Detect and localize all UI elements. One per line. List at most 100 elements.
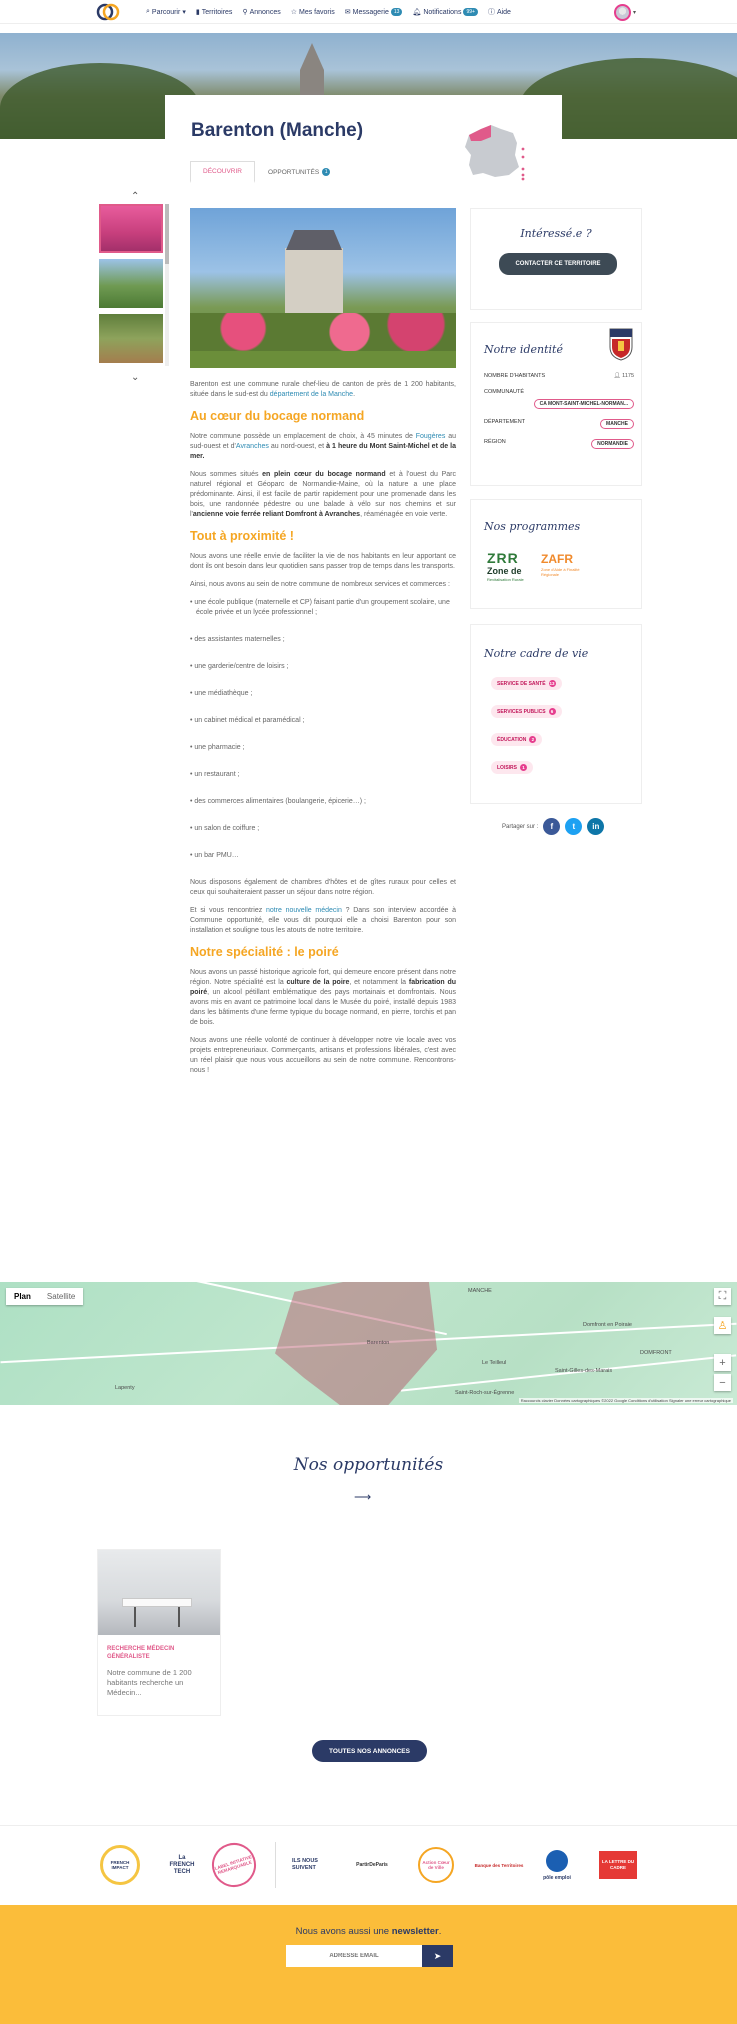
- map-label: Domfront en Poiraie: [583, 1322, 632, 1328]
- pegman-icon[interactable]: ♙: [714, 1317, 731, 1334]
- paragraph: Nous sommes situés en plein cœur du boca…: [190, 471, 457, 518]
- thumbnail-2[interactable]: [99, 259, 163, 308]
- avatar: [614, 3, 631, 21]
- map-footer: Raccourcis clavier Données cartographiqu…: [518, 1398, 733, 1403]
- fullscreen-icon[interactable]: ⛶: [714, 1288, 731, 1305]
- logo[interactable]: [95, 3, 121, 21]
- map-label: Saint-Roch-sur-Égrenne: [455, 1390, 515, 1396]
- programs-title: Nos programmes: [484, 520, 581, 533]
- zrr-caption: Revitalisation Rurale: [487, 577, 524, 582]
- partner-frenchtech[interactable]: La FRENCH TECH: [168, 1842, 196, 1888]
- thumbnail-3[interactable]: [99, 314, 163, 363]
- section-heading: Au cœur du bocage normand: [190, 409, 365, 423]
- life-title: Notre cadre de vie: [484, 647, 589, 660]
- tab-decouvrir[interactable]: DÉCOUVRIR: [190, 161, 256, 183]
- chevron-down-icon[interactable]: ⌄: [131, 372, 139, 383]
- life-card: Notre cadre de vie SERVICE DE SANTÉ 13 SE…: [470, 624, 642, 804]
- fougeres-link[interactable]: Fougères: [416, 433, 446, 440]
- send-icon[interactable]: ➤: [422, 1945, 453, 1967]
- user-menu[interactable]: ▾: [614, 3, 638, 21]
- newsletter-section: Nous avons aussi une newsletter. ➤: [0, 1905, 737, 2024]
- map-tab-plan[interactable]: Plan: [6, 1288, 39, 1305]
- thumbnail-1[interactable]: [99, 204, 163, 253]
- newsletter-email-input[interactable]: [286, 1945, 422, 1967]
- life-item-education[interactable]: ÉDUCATION 2: [491, 733, 543, 746]
- map-label: Saint-Gilles-des-Marais: [555, 1368, 613, 1374]
- map-tab-satellite[interactable]: Satellite: [39, 1288, 83, 1305]
- people-icon: 👤︎: [613, 373, 621, 379]
- section-heading: Notre spécialité : le poiré: [190, 945, 339, 959]
- map-label: Lapenty: [115, 1385, 135, 1391]
- community-pill[interactable]: CA MONT-SAINT-MICHEL-NORMAN...: [533, 399, 634, 409]
- paragraph: Ainsi, nous avons au sein de notre commu…: [190, 581, 450, 588]
- partner-lettre-du-cadre[interactable]: LA LETTRE DU CADRE: [598, 1842, 638, 1888]
- thumbnail-scrollbar[interactable]: [165, 204, 169, 366]
- partner-pole-emploi[interactable]: pôle emploi: [534, 1842, 580, 1888]
- list-item: • une pharmacie ;: [190, 744, 245, 751]
- thumbnail-strip: [99, 204, 165, 366]
- article-body: Barenton est une commune rurale chef-lie…: [190, 380, 456, 1084]
- linkedin-icon[interactable]: in: [587, 818, 605, 835]
- intro-paragraph: Barenton est une commune rurale chef-lie…: [190, 381, 456, 398]
- opportunity-category: RECHERCHE MÉDECIN GÉNÉRALISTE: [107, 1646, 175, 1660]
- life-item-health[interactable]: SERVICE DE SANTÉ 13: [491, 677, 562, 690]
- france-map-icon: [465, 125, 525, 181]
- doctor-link[interactable]: notre nouvelle médecin: [266, 907, 342, 914]
- flowers-illustration: [190, 313, 456, 351]
- territory-header: Barenton (Manche) DÉCOUVRIR OPPORTUNITÉS…: [165, 95, 562, 189]
- avranches-link[interactable]: Avranches: [236, 443, 269, 450]
- map[interactable]: Plan Satellite Lapenty Barenton MANCHE D…: [0, 1282, 737, 1405]
- list-item: • des assistantes maternelles ;: [190, 636, 285, 643]
- region-row: RÉGION NORMANDIE: [484, 439, 634, 451]
- zoom-out-button[interactable]: −: [714, 1374, 731, 1391]
- nav-favoris[interactable]: ☆ Mes favoris: [290, 8, 335, 17]
- twitter-icon[interactable]: t: [565, 818, 583, 835]
- nav-aide[interactable]: ⓘ Aide: [488, 7, 511, 17]
- paragraph: Et si vous rencontriez notre nouvelle mé…: [190, 907, 456, 934]
- partner-banque-territoires[interactable]: Banque des Territoires: [474, 1842, 524, 1888]
- facebook-icon[interactable]: f: [543, 818, 561, 835]
- divider: [0, 1825, 737, 1826]
- zafr-logo[interactable]: ZAFR: [541, 552, 573, 566]
- partner-coeur-de-ville[interactable]: Action Cœur de Ville: [416, 1842, 456, 1888]
- zrr-logo[interactable]: ZRR: [487, 550, 519, 566]
- map-label: Le Teilleul: [482, 1360, 507, 1366]
- zoom-in-button[interactable]: +: [714, 1354, 731, 1371]
- star-icon: ☆: [290, 9, 297, 16]
- nav-annonces[interactable]: ⚲ Annonces: [242, 8, 280, 17]
- contact-territory-button[interactable]: CONTACTER CE TERRITOIRE: [499, 253, 617, 275]
- nav-parcourir[interactable]: ⌕ Parcourir ▾: [146, 8, 186, 16]
- chevron-up-icon[interactable]: ⌃: [131, 191, 139, 202]
- partner-partirdeparis[interactable]: PartirDeParis: [352, 1842, 392, 1888]
- nav-messagerie[interactable]: ✉ Messagerie 13: [345, 8, 403, 16]
- top-nav: ⌕ Parcourir ▾ ▮ Territoires ⚲ Annonces ☆ Mes …: [0, 0, 737, 24]
- list-item: • un restaurant ;: [190, 771, 240, 778]
- list-item: • une école publique (maternelle et CP) …: [190, 599, 450, 616]
- pin-icon: ⚲: [242, 9, 248, 16]
- department-link[interactable]: département de la Manche: [270, 391, 353, 398]
- zafr-caption: Zone d'Aide à Finalité Régionale: [541, 567, 580, 577]
- main-photo: [190, 208, 456, 368]
- share-bar: Partager sur : f t in: [502, 818, 605, 835]
- tabs: DÉCOUVRIR OPPORTUNITÉS 1: [190, 161, 343, 183]
- map-label: DOMFRONT: [640, 1350, 672, 1356]
- region-pill[interactable]: NORMANDIE: [591, 439, 634, 449]
- life-item-public-services[interactable]: SERVICES PUBLICS 6: [491, 705, 562, 718]
- department-pill[interactable]: MANCHE: [600, 419, 634, 429]
- opportunities-count-badge: 1: [322, 168, 331, 176]
- opportunities-title: Nos opportunités: [293, 1455, 444, 1475]
- partner-label[interactable]: LABEL INITIATIVE REMARQUABLE: [206, 1837, 262, 1893]
- life-item-leisure[interactable]: LOISIRS 1: [491, 761, 534, 774]
- partner-frenchimpact[interactable]: FRENCH IMPACT: [99, 1842, 141, 1888]
- community-value-row: CA MONT-SAINT-MICHEL-NORMAN...: [484, 399, 634, 411]
- lawn-illustration: [190, 351, 456, 368]
- opportunity-card[interactable]: RECHERCHE MÉDECIN GÉNÉRALISTE Notre comm…: [97, 1549, 221, 1716]
- all-announcements-button[interactable]: TOUTES NOS ANNONCES: [312, 1740, 427, 1762]
- divider: [275, 1842, 276, 1888]
- nav-territoires[interactable]: ▮ Territoires: [196, 8, 233, 17]
- message-count-badge: 13: [390, 8, 403, 16]
- tab-opportunites[interactable]: OPPORTUNITÉS 1: [255, 161, 343, 183]
- map-type-toggle: Plan Satellite: [6, 1288, 84, 1305]
- nav-notifications[interactable]: 🔔︎ Notifications 99+: [412, 8, 478, 16]
- list-item: • des commerces alimentaires (boulangeri…: [190, 798, 366, 805]
